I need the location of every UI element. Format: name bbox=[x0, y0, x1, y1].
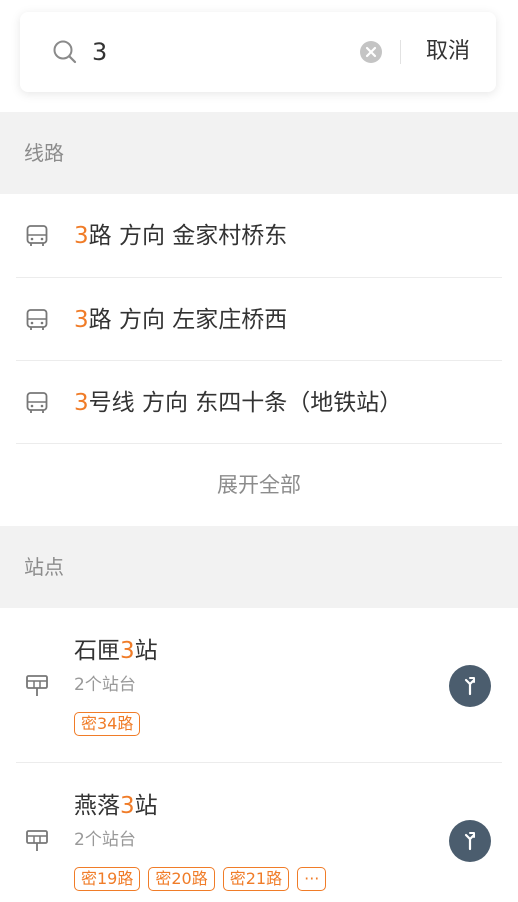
stop-route-tags: 密34路 bbox=[74, 712, 141, 736]
search-box[interactable]: 3 取消 bbox=[20, 12, 496, 92]
line-direction: 号线 方向 东四十条（地铁站） bbox=[88, 390, 403, 416]
clear-icon[interactable] bbox=[359, 40, 383, 64]
navigate-button[interactable] bbox=[449, 665, 491, 707]
route-tag[interactable]: 密19路 bbox=[74, 867, 141, 891]
line-number-highlight: 3 bbox=[74, 223, 89, 249]
search-icon bbox=[53, 40, 77, 64]
bus-stop-icon bbox=[26, 830, 48, 851]
line-number-highlight: 3 bbox=[74, 390, 89, 416]
line-direction: 路 方向 左家庄桥西 bbox=[88, 307, 288, 333]
stop-platform-count: 2个站台 bbox=[74, 830, 136, 850]
navigate-button[interactable] bbox=[449, 820, 491, 862]
stop-name-suffix: 站 bbox=[134, 638, 158, 664]
lines-section-title: 线路 bbox=[24, 141, 64, 165]
cancel-button[interactable]: 取消 bbox=[426, 34, 470, 70]
bus-icon bbox=[26, 392, 48, 413]
line-result-item[interactable]: 3路 方向 左家庄桥西 bbox=[0, 278, 518, 362]
stop-name-suffix: 站 bbox=[134, 793, 158, 819]
line-number-highlight: 3 bbox=[74, 307, 89, 333]
bus-icon bbox=[26, 225, 48, 246]
expand-all-button[interactable]: 展开全部 bbox=[0, 444, 518, 526]
bus-icon bbox=[26, 309, 48, 330]
stops-section-header: 站点 bbox=[0, 526, 518, 608]
stop-name-prefix: 燕落 bbox=[74, 793, 120, 819]
line-label: 3路 方向 金家村桥东 bbox=[74, 219, 287, 253]
line-result-item[interactable]: 3号线 方向 东四十条（地铁站） bbox=[0, 361, 518, 445]
line-result-item[interactable]: 3路 方向 金家村桥东 bbox=[0, 194, 518, 278]
stop-name-prefix: 石匣 bbox=[74, 638, 120, 664]
stop-name-highlight: 3 bbox=[120, 638, 135, 664]
search-bar-area: 3 取消 bbox=[0, 0, 518, 112]
search-input[interactable]: 3 bbox=[92, 34, 107, 70]
stops-section-title: 站点 bbox=[24, 555, 64, 579]
lines-section-header: 线路 bbox=[0, 112, 518, 194]
expand-all-label: 展开全部 bbox=[217, 473, 301, 497]
route-tag[interactable]: 密20路 bbox=[148, 867, 215, 891]
stop-name-highlight: 3 bbox=[120, 793, 135, 819]
stop-name: 石匣3站 bbox=[74, 634, 158, 668]
stop-route-tags: 密19路 密20路 密21路 ··· bbox=[74, 867, 327, 891]
line-label: 3号线 方向 东四十条（地铁站） bbox=[74, 386, 402, 420]
stop-name: 燕落3站 bbox=[74, 789, 158, 823]
more-routes-tag[interactable]: ··· bbox=[297, 867, 327, 891]
stop-result-item[interactable]: 石匣3站 2个站台 密34路 bbox=[0, 608, 518, 762]
line-direction: 路 方向 金家村桥东 bbox=[88, 223, 288, 249]
line-label: 3路 方向 左家庄桥西 bbox=[74, 303, 287, 337]
navigate-icon bbox=[464, 832, 476, 851]
route-tag[interactable]: 密34路 bbox=[74, 712, 141, 736]
search-divider bbox=[400, 40, 401, 64]
route-tag[interactable]: 密21路 bbox=[222, 867, 290, 891]
navigate-icon bbox=[464, 677, 476, 696]
stop-result-item[interactable]: 燕落3站 2个站台 密19路 密20路 密21路 ··· bbox=[0, 763, 518, 902]
bus-stop-icon bbox=[26, 675, 48, 696]
stop-platform-count: 2个站台 bbox=[74, 675, 136, 695]
